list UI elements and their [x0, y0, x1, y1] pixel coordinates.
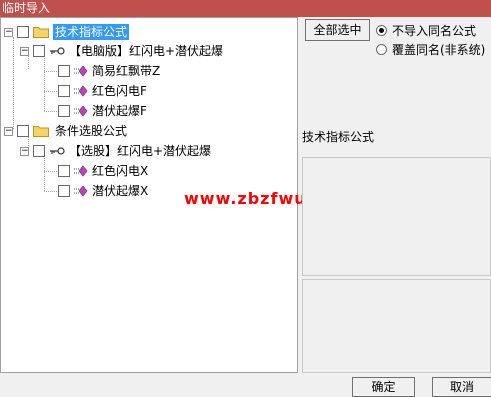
formula-item-icon	[74, 85, 88, 97]
tree-checkbox[interactable]	[17, 26, 29, 38]
tree-node-label: 技术指标公式	[53, 24, 130, 40]
option-label: 不导入同名公式	[392, 24, 477, 38]
tree-checkbox[interactable]	[33, 45, 45, 57]
folder-icon	[33, 27, 49, 38]
tree-checkbox[interactable]	[58, 165, 70, 177]
formula-item-icon	[74, 185, 88, 197]
tree-node-pc-formula[interactable]: − 【电脑版】红闪电+潜伏起爆	[20, 41, 225, 61]
tree-connector	[44, 56, 45, 111]
tree-node-stock-formula[interactable]: − 【选股】红闪电+潜伏起爆	[20, 141, 213, 161]
formula-detail-panel	[302, 279, 491, 373]
tree-node-label: 潜伏起爆X	[92, 184, 149, 198]
tree-node-label: 红色闪电F	[92, 84, 147, 98]
tree-connector	[44, 191, 57, 192]
tree-connector	[44, 71, 57, 72]
key-icon	[50, 147, 65, 155]
window-title: 临时导入	[0, 0, 491, 17]
tree-node-label: 潜伏起爆F	[92, 104, 147, 118]
tree-node-item[interactable]: 红色闪电F	[58, 81, 149, 101]
folder-icon	[33, 126, 49, 137]
tree-checkbox[interactable]	[58, 105, 70, 117]
radio-button[interactable]	[376, 25, 387, 36]
tree-connector	[44, 111, 57, 112]
key-icon	[50, 47, 65, 55]
collapse-toggle[interactable]: −	[4, 126, 13, 136]
option-overwrite-same-name[interactable]: 覆盖同名(非系统)	[376, 41, 485, 58]
tree-checkbox[interactable]	[58, 65, 70, 77]
tree-checkbox[interactable]	[33, 145, 45, 157]
tree-node-label: 简易红飘带Z	[92, 64, 161, 78]
tree-checkbox[interactable]	[58, 185, 70, 197]
tree-node-label: 【电脑版】红闪电+潜伏起爆	[69, 44, 224, 58]
formula-item-icon	[74, 105, 88, 117]
tree-node-label: 条件选股公式	[55, 124, 128, 138]
section-label: 技术指标公式	[302, 130, 375, 144]
tree-node-item[interactable]: 潜伏起爆F	[58, 101, 149, 121]
cancel-button[interactable]: 取消	[432, 377, 491, 397]
tree-checkbox[interactable]	[58, 85, 70, 97]
radio-button[interactable]	[376, 44, 387, 55]
select-all-button[interactable]: 全部选中	[305, 19, 370, 41]
tree-connector	[44, 171, 57, 172]
ok-button[interactable]: 确定	[352, 377, 415, 397]
tree-node-tech-formulas[interactable]: − 技术指标公式	[4, 22, 130, 42]
formula-description-panel	[302, 157, 491, 276]
collapse-toggle[interactable]: −	[4, 27, 13, 37]
collapse-toggle[interactable]: −	[20, 146, 29, 156]
formula-item-icon	[74, 165, 88, 177]
tree-node-item[interactable]: 红色闪电X	[58, 161, 150, 181]
tree-checkbox[interactable]	[17, 125, 29, 137]
tree-connector	[44, 91, 57, 92]
tree-connector	[44, 158, 45, 191]
option-label: 覆盖同名(非系统)	[392, 43, 486, 57]
tree-connector	[13, 37, 14, 129]
tree-node-label: 【选股】红闪电+潜伏起爆	[69, 144, 212, 158]
collapse-toggle[interactable]: −	[20, 46, 29, 56]
tree-node-label: 红色闪电X	[92, 164, 149, 178]
tree-node-item[interactable]: 潜伏起爆X	[58, 181, 150, 201]
button-bar	[0, 373, 491, 397]
formula-item-icon	[74, 65, 88, 77]
tree-node-item[interactable]: 简易红飘带Z	[58, 61, 162, 81]
option-skip-same-name[interactable]: 不导入同名公式	[376, 22, 476, 39]
tree-node-stock-formulas[interactable]: − 条件选股公式	[4, 121, 129, 141]
